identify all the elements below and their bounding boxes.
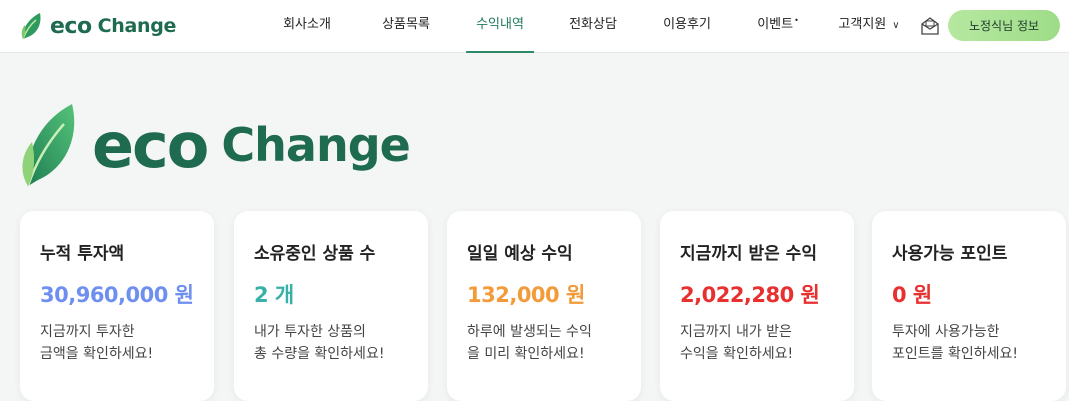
card-title: 사용가능 포인트 [892,244,1008,264]
hero-logo-change: Change [221,118,410,172]
card-desc: 지금까지 투자한금액을 확인하세요! [40,321,153,365]
card-desc-line2: 포인트를 확인하세요! [892,346,1018,362]
nav-company-label: 회사소개 [283,17,331,32]
card-total-investment: 누적 투자액 30,960,000 원 지금까지 투자한금액을 확인하세요! [20,211,214,401]
card-desc-line2: 금액을 확인하세요! [40,346,154,362]
nav-reviews[interactable]: 이용후기 [663,0,711,52]
card-daily-expected: 일일 예상 수익 132,000 원 하루에 발생되는 수익을 미리 확인하세요… [447,211,641,401]
chevron-down-icon: ∨ [892,20,900,31]
card-desc-line1: 내가 투자한 상품의 [254,324,366,340]
main-nav: 회사소개 상품목록 수익내역 전화상담 이용후기 이벤트• 고객지원 ∨ [0,0,1069,53]
card-desc: 내가 투자한 상품의총 수량을 확인하세요! [254,321,384,365]
nav-earnings-label: 수익내역 [476,17,524,32]
nav-company[interactable]: 회사소개 [283,0,331,52]
card-desc: 지금까지 내가 받은수익을 확인하세요! [680,321,793,365]
card-value: 2 개 [254,283,294,307]
leaf-hero-icon [22,104,75,187]
card-desc: 투자에 사용가능한포인트를 확인하세요! [892,321,1018,365]
card-desc-line1: 하루에 발생되는 수익 [467,324,592,340]
card-value: 0 원 [892,283,932,307]
nav-phone-consult[interactable]: 전화상담 [569,0,617,52]
hero-logo: eco Change [20,100,411,190]
nav-events[interactable]: 이벤트• [757,0,799,52]
nav-earnings[interactable]: 수익내역 [466,0,534,53]
nav-support-label: 고객지원 [838,17,887,32]
card-available-points: 사용가능 포인트 0 원 투자에 사용가능한포인트를 확인하세요! [872,211,1066,401]
card-title: 누적 투자액 [40,244,125,264]
card-title: 지금까지 받은 수익 [680,244,817,264]
card-desc-line1: 투자에 사용가능한 [892,324,1000,340]
card-received-earnings: 지금까지 받은 수익 2,022,280 원 지금까지 내가 받은수익을 확인하… [660,211,854,401]
card-value: 2,022,280 원 [680,283,820,307]
nav-phone-consult-label: 전화상담 [569,17,617,32]
mail-icon[interactable] [920,16,940,36]
nav-reviews-label: 이용후기 [663,17,711,32]
card-desc-line1: 지금까지 투자한 [40,324,135,340]
nav-products[interactable]: 상품목록 [382,0,430,52]
card-desc-line2: 총 수량을 확인하세요! [254,346,385,362]
user-info-button[interactable]: 노정식님 정보 [948,10,1060,41]
card-desc-line1: 지금까지 내가 받은 [680,324,792,340]
nav-support[interactable]: 고객지원 ∨ [838,0,899,52]
nav-events-label: 이벤트 [757,17,794,32]
card-title: 소유중인 상품 수 [254,244,376,264]
card-value: 132,000 원 [467,283,585,307]
card-desc-line2: 수익을 확인하세요! [680,346,794,362]
top-header: eco Change 회사소개 상품목록 수익내역 전화상담 이용후기 이벤트•… [0,0,1069,53]
event-badge: • [794,16,799,25]
card-desc-line2: 을 미리 확인하세요! [467,346,585,362]
card-title: 일일 예상 수익 [467,244,573,264]
card-desc: 하루에 발생되는 수익을 미리 확인하세요! [467,321,592,365]
nav-products-label: 상품목록 [382,17,430,32]
card-value: 30,960,000 원 [40,283,194,307]
hero-logo-eco: eco [92,108,209,182]
card-owned-products: 소유중인 상품 수 2 개 내가 투자한 상품의총 수량을 확인하세요! [234,211,428,401]
